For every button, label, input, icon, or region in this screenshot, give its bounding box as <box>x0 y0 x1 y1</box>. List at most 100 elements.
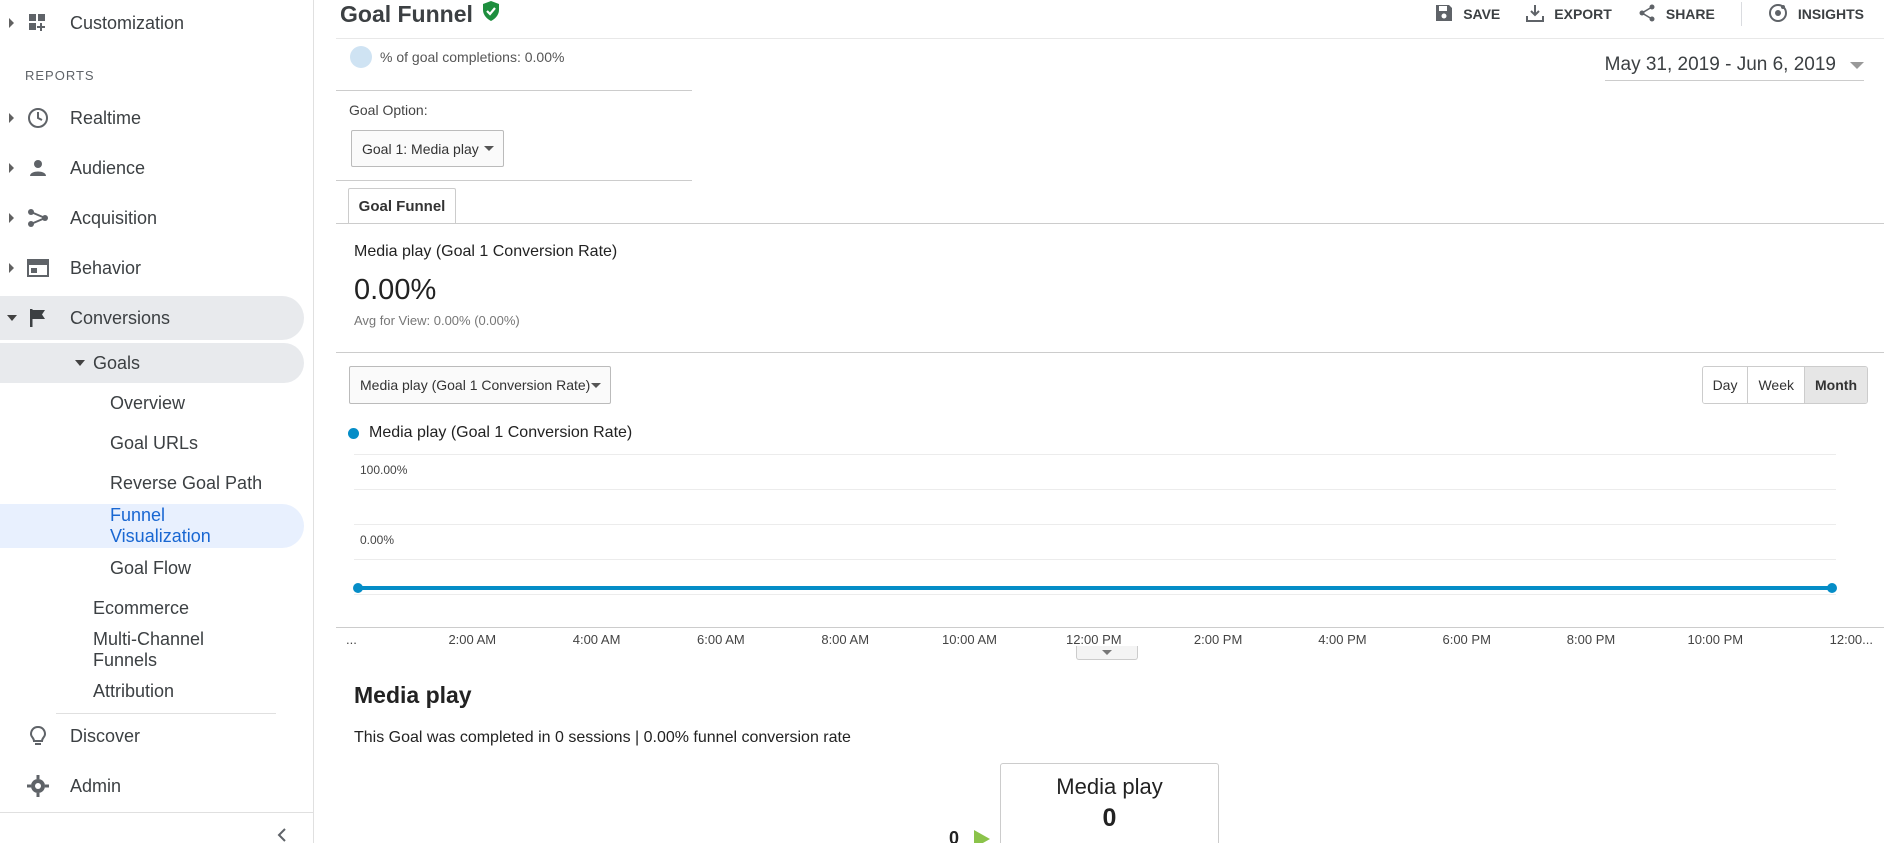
data-point <box>353 583 363 593</box>
funnel-step-label: Media play <box>1056 774 1163 799</box>
sidebar-item-label: Goals <box>93 352 141 373</box>
x-tick-label: 8:00 AM <box>821 632 869 647</box>
collapse-caret-icon <box>7 315 17 321</box>
chevron-down-icon <box>591 382 601 388</box>
segment-circle-icon <box>350 46 372 68</box>
metric-value: 0.00% <box>354 274 437 306</box>
x-tick-label: 8:00 PM <box>1567 632 1615 647</box>
export-button[interactable]: EXPORT <box>1526 2 1612 26</box>
sidebar-item-label: Acquisition <box>70 207 158 228</box>
insights-button[interactable]: INSIGHTS <box>1768 2 1864 26</box>
divider <box>336 352 1884 353</box>
period-week-button[interactable]: Week <box>1748 367 1806 403</box>
sidebar-item-label: Overview <box>110 392 186 413</box>
sidebar-item-label: Audience <box>70 157 146 178</box>
sidebar-item-attribution[interactable]: Attribution <box>0 671 304 711</box>
sidebar-item-label: Discover <box>70 725 141 746</box>
sidebar-item-label: Goal Flow <box>110 557 192 578</box>
insights-icon <box>1768 3 1788 26</box>
expand-caret-icon <box>9 113 14 123</box>
sidebar-item-goal-flow[interactable]: Goal Flow <box>0 548 304 588</box>
x-tick-label: 10:00 AM <box>942 632 997 647</box>
sidebar-item-ecommerce[interactable]: Ecommerce <box>0 588 304 628</box>
sidebar-item-label: Behavior <box>70 257 142 278</box>
export-label: EXPORT <box>1554 6 1612 22</box>
sidebar-item-admin[interactable]: Admin <box>0 764 304 808</box>
main-content: Goal Funnel SAVE EXPORT SHARE INSIGHTS %… <box>336 0 1884 843</box>
x-tick-label: 12:00... <box>1830 632 1873 647</box>
sidebar-item-label: Ecommerce <box>93 597 190 618</box>
funnel-entrance-value: 0 <box>949 828 960 843</box>
download-icon <box>1526 4 1545 25</box>
sidebar: Customization REPORTS Realtime Audience … <box>0 0 314 843</box>
y-tick-label: 100.00% <box>360 463 408 477</box>
sidebar-item-acquisition[interactable]: Acquisition <box>0 196 304 240</box>
chart-collapse-handle[interactable] <box>1076 646 1138 660</box>
sidebar-item-audience[interactable]: Audience <box>0 146 304 190</box>
x-tick-label: 4:00 PM <box>1318 632 1366 647</box>
acquisition-icon <box>26 206 50 230</box>
x-tick-label: 4:00 AM <box>573 632 621 647</box>
sidebar-item-goal-urls[interactable]: Goal URLs <box>0 423 304 463</box>
sidebar-item-multi-channel-funnels[interactable]: Multi-Channel Funnels <box>0 628 304 672</box>
sidebar-item-overview[interactable]: Overview <box>0 383 304 423</box>
collapse-sidebar-icon[interactable] <box>276 828 288 843</box>
share-button[interactable]: SHARE <box>1638 2 1715 26</box>
funnel-step-value: 0 <box>1102 804 1117 832</box>
chevron-down-icon <box>1102 650 1112 655</box>
share-label: SHARE <box>1665 6 1715 22</box>
expand-caret-icon <box>9 213 14 223</box>
sidebar-item-label: Reverse Goal Path <box>110 472 263 493</box>
save-button[interactable]: SAVE <box>1435 2 1500 26</box>
sidebar-item-label: Customization <box>70 12 185 33</box>
verified-check-icon <box>481 0 501 28</box>
sidebar-item-conversions[interactable]: Conversions <box>0 296 304 340</box>
sidebar-item-realtime[interactable]: Realtime <box>0 96 304 140</box>
sidebar-item-customization[interactable]: Customization <box>0 1 304 45</box>
save-label: SAVE <box>1463 6 1501 22</box>
sidebar-item-goals[interactable]: Goals <box>0 343 304 383</box>
divider <box>336 90 692 91</box>
metric-select-value: Media play (Goal 1 Conversion Rate) <box>360 377 591 393</box>
label-line-2: Funnels <box>93 650 158 670</box>
flag-icon <box>26 306 50 330</box>
sidebar-item-discover[interactable]: Discover <box>0 714 304 758</box>
page-title-text: Goal Funnel <box>340 0 473 27</box>
x-tick-label: 6:00 AM <box>697 632 745 647</box>
report-toolbar: SAVE EXPORT SHARE INSIGHTS <box>1435 2 1864 26</box>
pct-completions-text: % of goal completions: 0.00% <box>380 49 565 65</box>
period-month-button[interactable]: Month <box>1805 367 1867 403</box>
legend-label: Media play (Goal 1 Conversion Rate) <box>369 424 633 441</box>
metric-title: Media play (Goal 1 Conversion Rate) <box>354 243 618 260</box>
sidebar-item-label: Admin <box>70 775 122 796</box>
dashboard-icon <box>26 11 50 35</box>
tab-goal-funnel[interactable]: Goal Funnel <box>348 188 456 224</box>
expand-caret-icon <box>9 18 14 28</box>
sidebar-item-label: Conversions <box>70 307 171 328</box>
goal-option-select[interactable]: Goal 1: Media play <box>351 130 504 167</box>
header-divider <box>336 38 1884 39</box>
x-tick-label: 2:00 AM <box>448 632 496 647</box>
sidebar-item-label: Realtime <box>70 107 142 128</box>
period-day-button[interactable]: Day <box>1702 367 1749 403</box>
x-tick-label: 2:00 PM <box>1194 632 1242 647</box>
metric-select[interactable]: Media play (Goal 1 Conversion Rate) <box>349 366 611 404</box>
clock-icon <box>26 106 50 130</box>
funnel-description: This Goal was completed in 0 sessions | … <box>354 729 851 746</box>
sidebar-item-funnel-visualization[interactable]: Funnel Visualization <box>0 504 304 548</box>
save-icon <box>1435 4 1453 25</box>
date-range-picker[interactable]: May 31, 2019 - Jun 6, 2019 <box>1604 54 1864 81</box>
sidebar-item-reverse-goal-path[interactable]: Reverse Goal Path <box>0 463 304 503</box>
sidebar-item-label: Funnel Visualization <box>110 505 211 547</box>
reports-section-header: REPORTS <box>25 68 95 83</box>
label-line-1: Funnel <box>110 505 166 525</box>
share-icon <box>1638 4 1656 25</box>
sidebar-item-behavior[interactable]: Behavior <box>0 246 304 290</box>
expand-caret-icon <box>9 263 14 273</box>
date-range-text: May 31, 2019 - Jun 6, 2019 <box>1604 54 1836 75</box>
conversion-rate-chart: 100.00% 0.00%... 2:00 AM 4:00 AM 6:00 AM 8:00… <box>336 454 1884 647</box>
toolbar-divider <box>1740 2 1742 26</box>
x-tick-label: 10:00 PM <box>1687 632 1743 647</box>
person-icon <box>26 156 50 180</box>
data-point <box>1827 583 1837 593</box>
